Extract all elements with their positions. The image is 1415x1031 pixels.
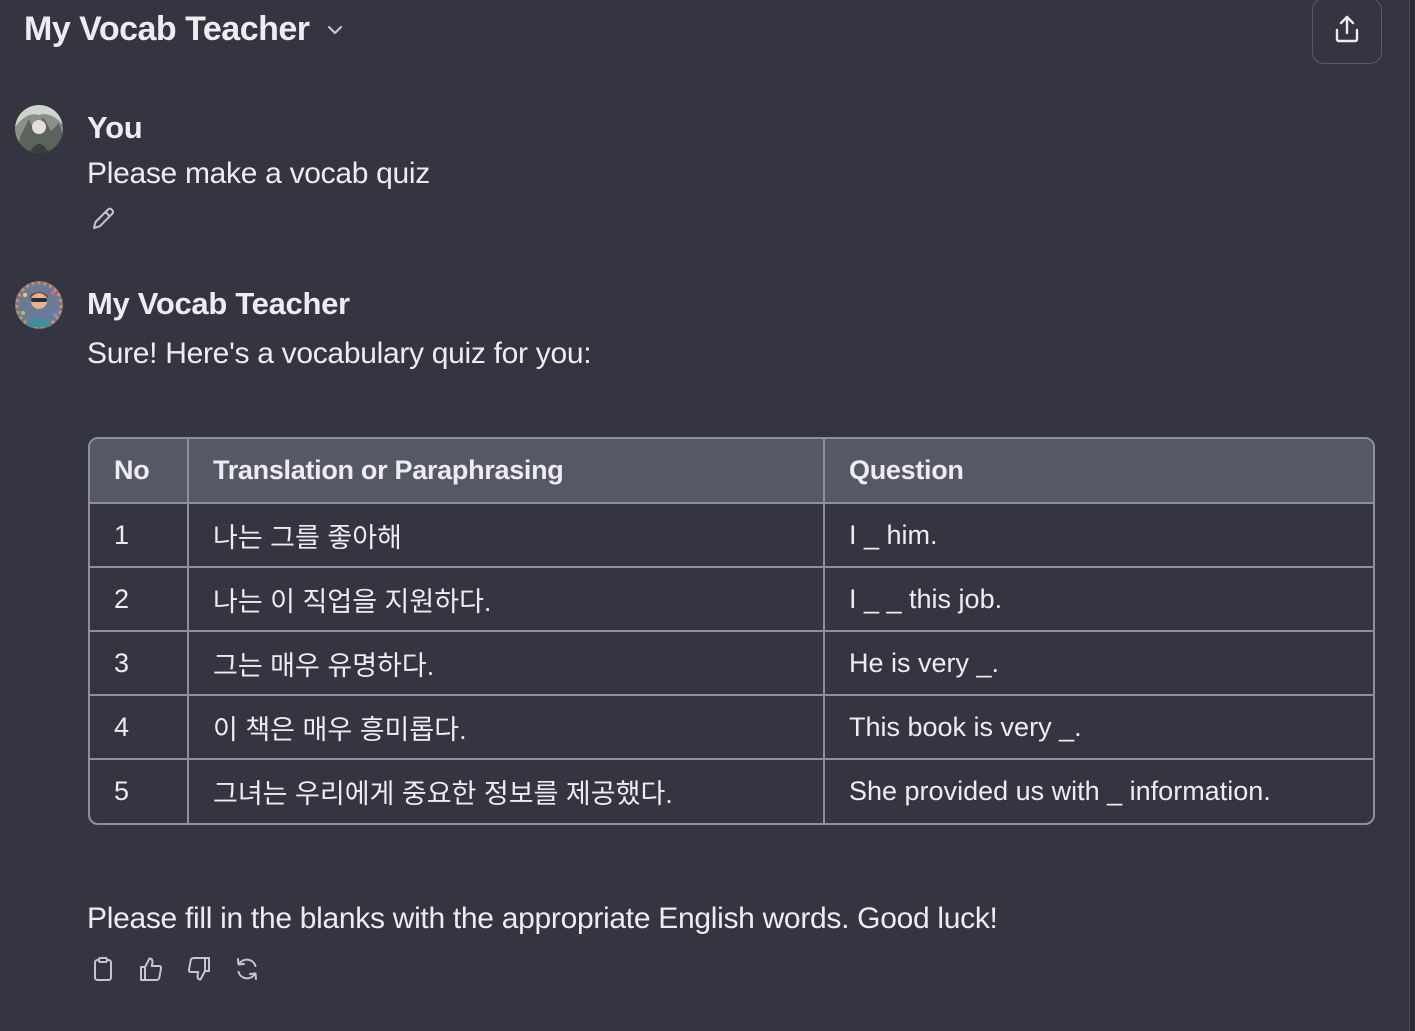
model-selector[interactable]: My Vocab Teacher [24, 10, 346, 49]
cell-question: I _ him. [823, 502, 1373, 568]
cell-no: 5 [90, 758, 189, 823]
table-row: 2 나는 이 직업을 지원하다. I _ _ this job. [90, 566, 1373, 632]
assistant-intro-text: Sure! Here's a vocabulary quiz for you: [87, 337, 592, 370]
regenerate-button[interactable] [232, 956, 262, 986]
assistant-sender-name: My Vocab Teacher [87, 286, 350, 321]
table-row: 5 그녀는 우리에게 중요한 정보를 제공했다. She provided us… [90, 758, 1373, 823]
copy-icon [89, 955, 117, 988]
cell-translation: 나는 그를 좋아해 [187, 502, 825, 568]
table-row: 3 그는 매우 유명하다. He is very _. [90, 630, 1373, 696]
header-question: Question [823, 439, 1373, 504]
cell-question: He is very _. [823, 630, 1373, 696]
cell-question: I _ _ this job. [823, 566, 1373, 632]
thumbs-up-icon [137, 955, 165, 988]
cell-no: 4 [90, 694, 189, 760]
edit-button[interactable] [88, 206, 118, 236]
cell-translation: 그는 매우 유명하다. [187, 630, 825, 696]
cell-no: 1 [90, 502, 189, 568]
cell-translation: 그녀는 우리에게 중요한 정보를 제공했다. [187, 758, 825, 823]
thumbs-up-button[interactable] [136, 956, 166, 986]
header-no: No [90, 439, 189, 504]
table-row: 1 나는 그를 좋아해 I _ him. [90, 502, 1373, 568]
vocab-quiz-table: No Translation or Paraphrasing Question … [88, 437, 1375, 825]
cell-translation: 나는 이 직업을 지원하다. [187, 566, 825, 632]
cell-no: 3 [90, 630, 189, 696]
cell-no: 2 [90, 566, 189, 632]
chat-title: My Vocab Teacher [24, 10, 310, 48]
table-header-row: No Translation or Paraphrasing Question [90, 439, 1373, 504]
header-translation: Translation or Paraphrasing [187, 439, 825, 504]
table-row: 4 이 책은 매우 흥미롭다. This book is very _. [90, 694, 1373, 760]
cell-question: This book is very _. [823, 694, 1373, 760]
thumbs-down-button[interactable] [184, 956, 214, 986]
chat-page: My Vocab Teacher You Please make a vocab… [0, 0, 1415, 1031]
share-icon [1331, 13, 1363, 50]
regenerate-icon [233, 955, 261, 988]
user-sender-name: You [87, 110, 143, 145]
share-button[interactable] [1312, 0, 1382, 64]
user-message-text: Please make a vocab quiz [87, 157, 431, 190]
assistant-avatar [15, 281, 63, 329]
cell-question: She provided us with _ information. [823, 758, 1373, 823]
assistant-outro-text: Please fill in the blanks with the appro… [87, 902, 998, 935]
edit-icon [89, 205, 117, 238]
copy-button[interactable] [88, 956, 118, 986]
thumbs-down-icon [185, 955, 213, 988]
scrollbar[interactable] [1409, 0, 1415, 1031]
cell-translation: 이 책은 매우 흥미롭다. [187, 694, 825, 760]
user-avatar [15, 105, 63, 153]
chevron-down-icon [324, 19, 346, 41]
